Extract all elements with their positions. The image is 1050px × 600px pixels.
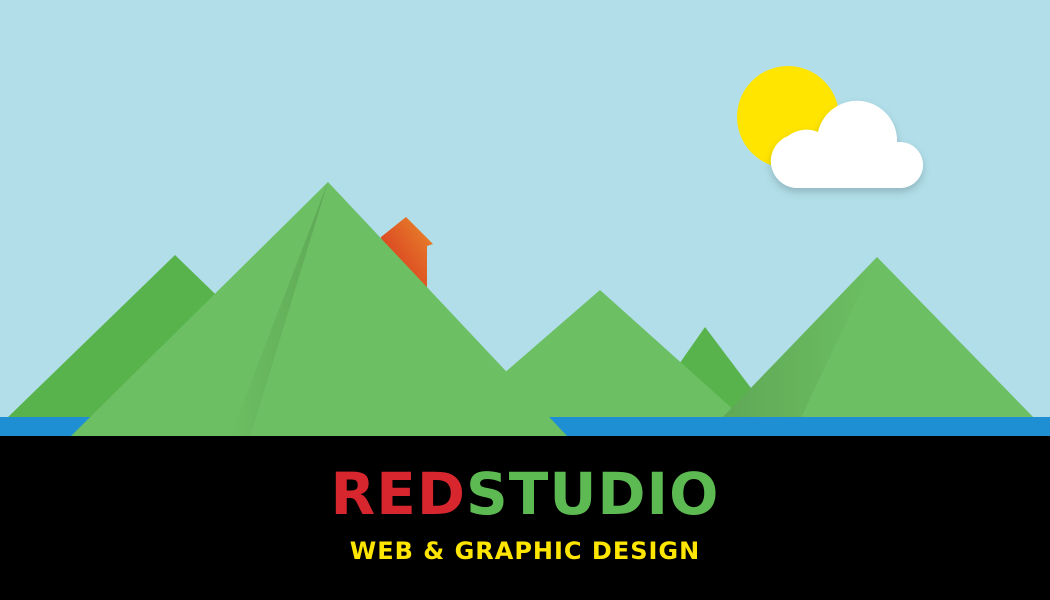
illustration-banner: REDSTUDIO WEB & GRAPHIC DESIGN [0, 0, 1050, 600]
brand-wordmark: REDSTUDIO [0, 458, 1050, 530]
brand-studio: STUDIO [465, 460, 720, 528]
brand-tagline: WEB & GRAPHIC DESIGN [349, 537, 701, 565]
brand-red: RED [330, 460, 466, 528]
